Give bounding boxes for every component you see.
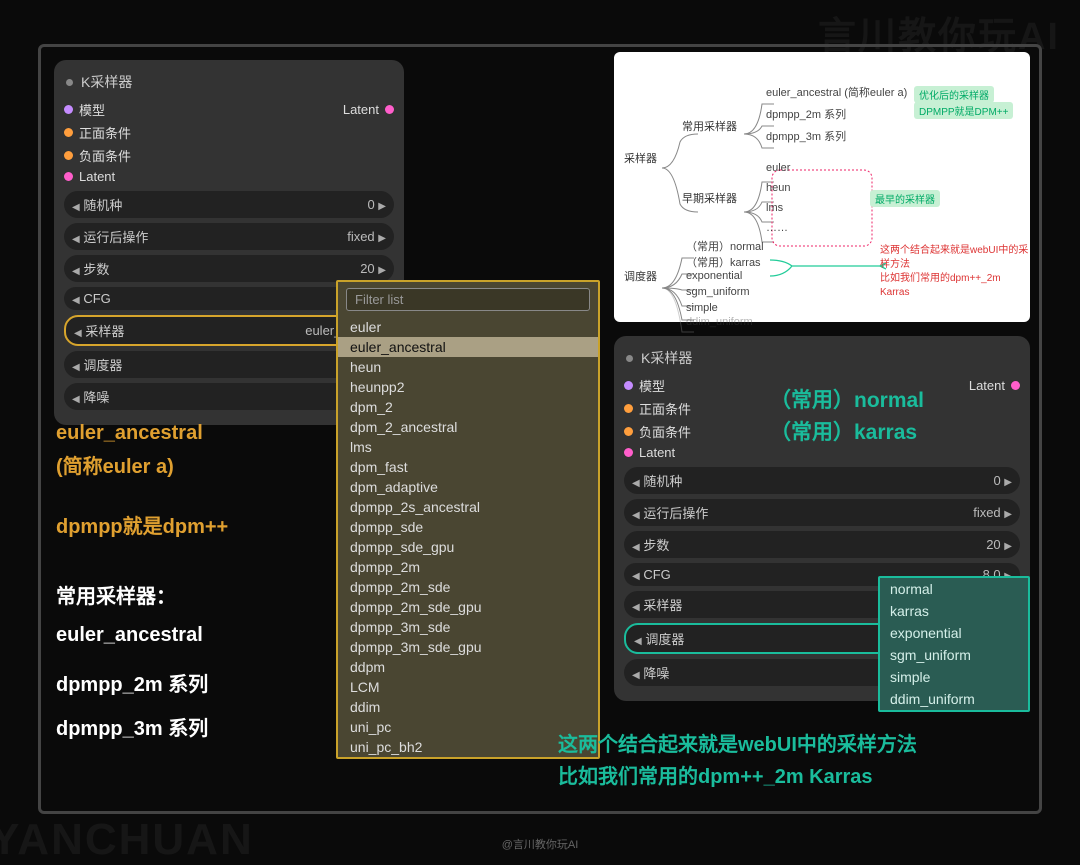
mm-node-common: 常用采样器 [682, 118, 737, 134]
chevron-left-icon: ◀ [72, 202, 80, 213]
node-title: K采样器 [81, 72, 132, 92]
sampler-option[interactable]: dpm_2 [338, 397, 598, 417]
scheduler-option[interactable]: karras [880, 600, 1028, 622]
mindmap-diagram: 采样器 调度器 常用采样器 早期采样器 euler_ancestral (简称e… [614, 52, 1030, 322]
note-common-1: euler_ancestral [56, 624, 203, 647]
mm-node-sampler: 采样器 [624, 150, 657, 166]
prop-seed[interactable]: ◀ 随机种0 ▶ [64, 191, 394, 218]
io-label: 正面条件 [79, 123, 131, 142]
note-combine-2: 比如我们常用的dpm++_2m Karras [558, 760, 873, 789]
io-out-label: Latent [343, 102, 379, 117]
input-port-model[interactable] [624, 381, 633, 390]
mm-node-early: 早期采样器 [682, 190, 737, 206]
scheduler-option[interactable]: simple [880, 666, 1028, 688]
note-dpmpp: dpmpp就是dpm++ [56, 510, 228, 539]
sampler-option[interactable]: dpm_2_ancestral [338, 417, 598, 437]
mm-node-scheduler: 调度器 [624, 268, 657, 284]
sampler-option[interactable]: dpmpp_sde [338, 517, 598, 537]
sampler-option[interactable]: ddim [338, 697, 598, 717]
prop-seed[interactable]: ◀ 随机种0 ▶ [624, 467, 1020, 494]
sampler-option[interactable]: euler [338, 317, 598, 337]
chevron-right-icon: ▶ [378, 201, 386, 212]
sampler-option[interactable]: heunpp2 [338, 377, 598, 397]
input-port-negative[interactable] [64, 151, 73, 160]
note-euler-ancestral: euler_ancestral [56, 422, 203, 445]
sampler-option[interactable]: dpmpp_3m_sde_gpu [338, 637, 598, 657]
scheduler-dropdown[interactable]: normalkarrasexponentialsgm_uniformsimple… [878, 576, 1030, 712]
io-label: 模型 [79, 100, 105, 119]
sampler-option[interactable]: dpmpp_3m_sde [338, 617, 598, 637]
io-label: 负面条件 [79, 146, 131, 165]
sampler-option[interactable]: LCM [338, 677, 598, 697]
note-euler-a: (简称euler a) [56, 450, 174, 479]
output-port-latent[interactable] [385, 105, 394, 114]
input-port-positive[interactable] [64, 128, 73, 137]
sampler-dropdown[interactable]: Filter list eulereuler_ancestralheunheun… [336, 280, 600, 759]
sampler-option[interactable]: dpmpp_sde_gpu [338, 537, 598, 557]
input-port-model[interactable] [64, 105, 73, 114]
io-label: Latent [79, 169, 115, 184]
input-port-latent[interactable] [64, 172, 73, 181]
prop-after[interactable]: ◀ 运行后操作fixed ▶ [64, 223, 394, 250]
node-title: K采样器 [641, 348, 692, 368]
sampler-option[interactable]: dpmpp_2s_ancestral [338, 497, 598, 517]
sampler-option[interactable]: ddpm [338, 657, 598, 677]
sampler-option[interactable]: heun [338, 357, 598, 377]
scheduler-option[interactable]: sgm_uniform [880, 644, 1028, 666]
sampler-option[interactable]: dpmpp_2m_sde [338, 577, 598, 597]
scheduler-option[interactable]: exponential [880, 622, 1028, 644]
node-collapse-dot[interactable] [626, 355, 633, 362]
sampler-option[interactable]: dpmpp_2m_sde_gpu [338, 597, 598, 617]
sampler-option[interactable]: euler_ancestral [338, 337, 598, 357]
output-port-latent[interactable] [1011, 381, 1020, 390]
filter-input[interactable]: Filter list [346, 288, 590, 311]
note-combine-1: 这两个结合起来就是webUI中的采样方法 [558, 728, 917, 757]
overlay-karras: （常用）karras [770, 416, 917, 446]
note-common-2: dpmpp_2m 系列 [56, 668, 208, 697]
node-collapse-dot[interactable] [66, 79, 73, 86]
scheduler-option[interactable]: normal [880, 578, 1028, 600]
scheduler-option[interactable]: ddim_uniform [880, 688, 1028, 710]
prop-steps[interactable]: ◀ 步数20 ▶ [64, 255, 394, 282]
note-common-3: dpmpp_3m 系列 [56, 712, 208, 741]
prop-after[interactable]: ◀ 运行后操作fixed ▶ [624, 499, 1020, 526]
overlay-normal: （常用）normal [770, 384, 924, 414]
sampler-option[interactable]: dpm_adaptive [338, 477, 598, 497]
note-common-heading: 常用采样器： [56, 580, 176, 609]
sampler-option[interactable]: dpm_fast [338, 457, 598, 477]
credit-text: @言川教你玩AI [0, 836, 1080, 852]
sampler-option[interactable]: lms [338, 437, 598, 457]
prop-steps[interactable]: ◀ 步数20 ▶ [624, 531, 1020, 558]
sampler-option[interactable]: dpmpp_2m [338, 557, 598, 577]
